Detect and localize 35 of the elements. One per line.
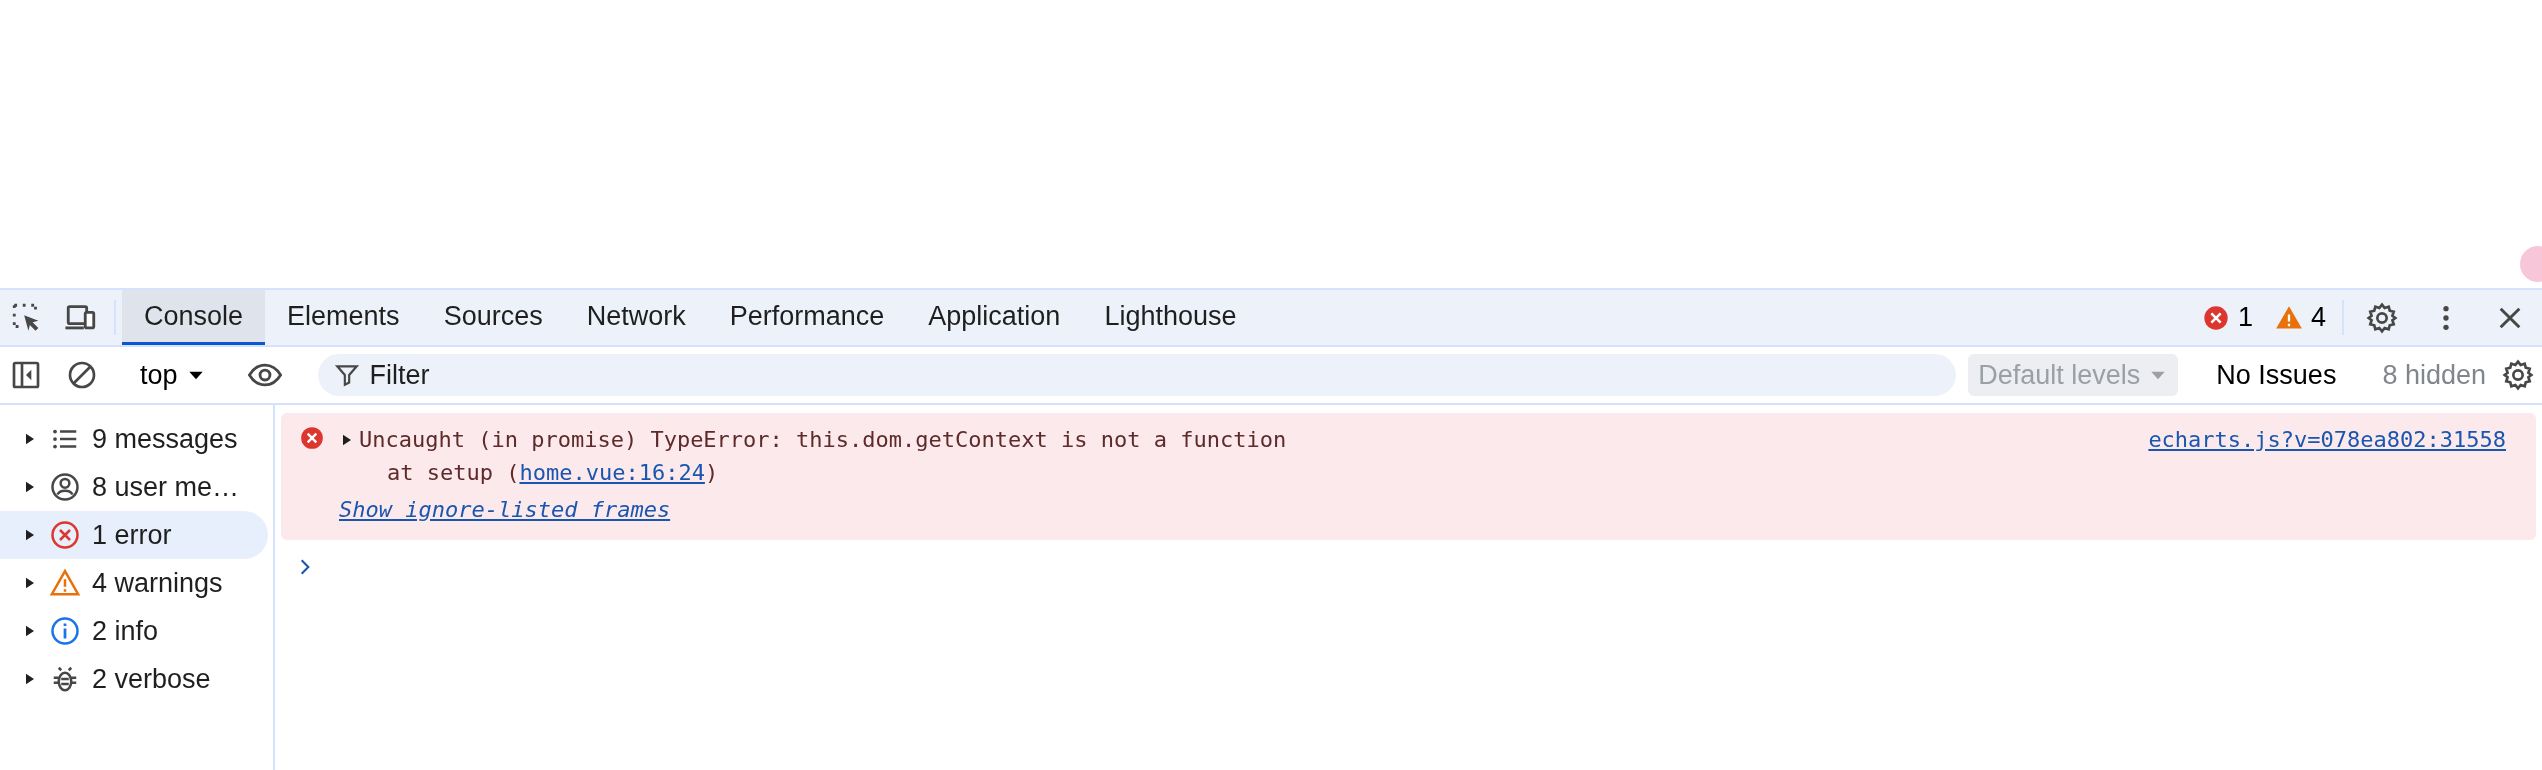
filter-field[interactable]: Filter [317, 354, 1957, 396]
error-count-icon [2201, 303, 2230, 332]
issues-button[interactable]: No Issues [2200, 354, 2353, 396]
tab[interactable]: Sources [421, 290, 565, 345]
error-icon [299, 425, 325, 451]
sidebar-item[interactable]: 2 info [0, 607, 268, 655]
tab[interactable]: Elements [265, 290, 422, 345]
sidebar-item[interactable]: 2 verbose [0, 655, 268, 703]
filter-icon [333, 362, 360, 388]
warning-icon [50, 568, 80, 598]
warning-count: 4 [2310, 301, 2326, 335]
sidebar-toggle-icon[interactable] [10, 359, 42, 391]
tab[interactable]: Console [122, 290, 266, 345]
error-icon [50, 520, 80, 550]
sidebar-item[interactable]: 8 user me… [0, 463, 268, 511]
tab[interactable]: Lighthouse [1082, 290, 1259, 345]
error-text: Uncaught (in promise) TypeError: this.dom.getContext is not a function [359, 426, 1287, 454]
stack-trace: at setup (home.vue:16:24) [386, 459, 720, 487]
user-icon [50, 472, 80, 502]
tab[interactable]: Application [906, 290, 1083, 345]
sidebar-item[interactable]: 4 warnings [0, 559, 268, 607]
source-link[interactable]: echarts.js?v=078ea802:31558 [2148, 423, 2506, 456]
info-icon [50, 616, 80, 646]
tab[interactable]: Performance [707, 290, 907, 345]
tab[interactable]: Network [564, 290, 708, 345]
error-count: 1 [2237, 301, 2253, 335]
sidebar-item[interactable]: 1 error [0, 511, 268, 559]
source-link[interactable]: home.vue:16:24 [519, 460, 705, 485]
settings-icon[interactable] [2502, 359, 2534, 391]
settings-icon[interactable] [2366, 301, 2398, 334]
clear-console-icon[interactable] [66, 359, 98, 391]
sidebar-item[interactable]: 9 messages [0, 415, 268, 463]
show-frames-link[interactable]: Show ignore-listed frames [339, 493, 671, 526]
context-dropdown[interactable]: top [130, 354, 216, 396]
hidden-count: 8 hidden [2381, 358, 2487, 392]
